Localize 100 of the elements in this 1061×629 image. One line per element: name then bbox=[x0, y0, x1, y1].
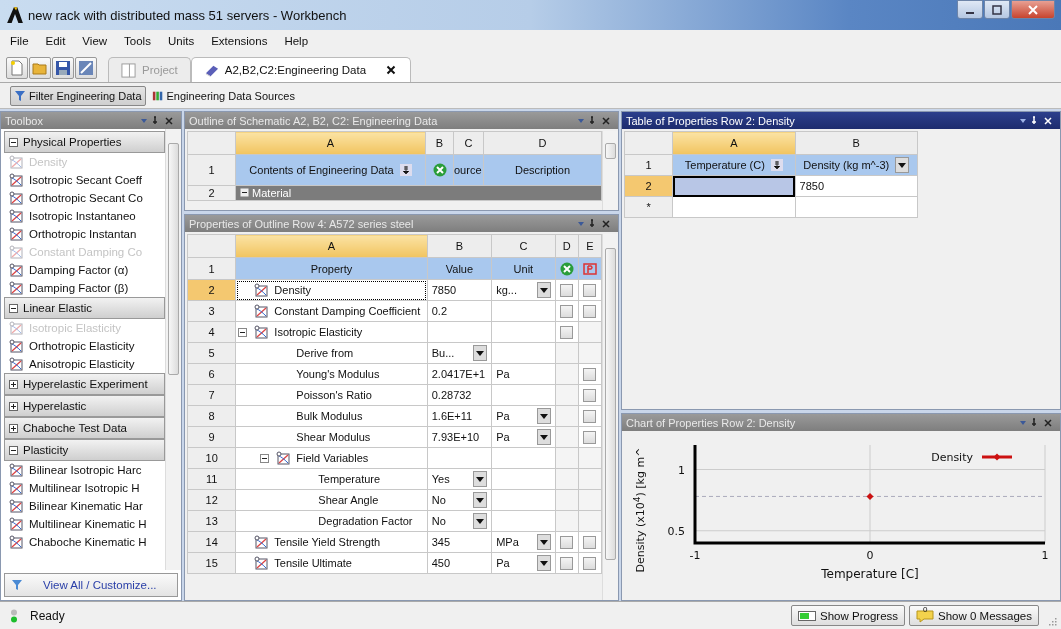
property-cell[interactable]: Derive from bbox=[235, 342, 428, 364]
toolbox-item[interactable]: Isotropic Instantaneo bbox=[4, 207, 165, 225]
section-header[interactable]: Linear Elastic bbox=[4, 297, 165, 319]
toolbox-item[interactable]: Damping Factor (β) bbox=[4, 279, 165, 297]
property-cell[interactable]: Young's Modulus bbox=[235, 363, 428, 385]
value-cell[interactable]: 7850 bbox=[427, 279, 492, 301]
property-cell[interactable]: Bulk Modulus bbox=[235, 405, 428, 427]
unit-cell[interactable] bbox=[491, 468, 556, 490]
unit-cell[interactable]: Pa bbox=[491, 552, 556, 574]
property-cell[interactable]: Poisson's Ratio bbox=[235, 384, 428, 406]
value-cell[interactable] bbox=[427, 321, 492, 343]
toolbox-item[interactable]: Bilinear Isotropic Harc bbox=[4, 461, 165, 479]
unit-cell[interactable] bbox=[491, 300, 556, 322]
panel-controls-icon[interactable] bbox=[576, 218, 612, 229]
panel-controls-icon[interactable] bbox=[1018, 115, 1054, 126]
menu-item[interactable]: Extensions bbox=[211, 35, 268, 47]
sort-icon[interactable] bbox=[399, 164, 412, 176]
section-header[interactable]: Hyperelastic bbox=[4, 395, 165, 417]
value-cell[interactable]: 0.2 bbox=[427, 300, 492, 322]
panel-controls-icon[interactable] bbox=[576, 115, 612, 126]
value-cell[interactable]: 2.0417E+1 bbox=[427, 363, 492, 385]
collapse-icon[interactable] bbox=[9, 445, 18, 455]
toolbox-item[interactable]: Damping Factor (α) bbox=[4, 261, 165, 279]
unit-cell[interactable]: MPa bbox=[491, 531, 556, 553]
menu-item[interactable]: Tools bbox=[124, 35, 151, 47]
checkbox[interactable] bbox=[583, 388, 597, 402]
checkbox[interactable] bbox=[583, 535, 597, 549]
close-button[interactable] bbox=[1011, 0, 1055, 19]
unit-cell[interactable] bbox=[491, 321, 556, 343]
checkbox[interactable] bbox=[560, 283, 574, 297]
toolbox-item[interactable]: Orthotropic Elasticity bbox=[4, 337, 165, 355]
menu-item[interactable]: Units bbox=[167, 35, 195, 47]
checkbox[interactable] bbox=[560, 325, 574, 339]
section-header[interactable]: Plasticity bbox=[4, 439, 165, 461]
close-icon[interactable] bbox=[386, 65, 397, 75]
minimize-button[interactable] bbox=[957, 0, 983, 19]
status-button[interactable]: Show Progress bbox=[791, 605, 906, 626]
menu-item[interactable]: View bbox=[82, 35, 108, 47]
scrollbar[interactable] bbox=[602, 131, 618, 210]
collapse-icon[interactable] bbox=[259, 453, 269, 463]
value-cell[interactable]: 345 bbox=[427, 531, 492, 553]
toolbox-item[interactable]: Multilinear Kinematic H bbox=[4, 515, 165, 533]
maximize-button[interactable] bbox=[984, 0, 1010, 19]
checkbox[interactable] bbox=[583, 430, 597, 444]
checkbox[interactable] bbox=[583, 283, 597, 297]
unit-cell[interactable]: Pa bbox=[491, 426, 556, 448]
value-cell[interactable]: Bu... bbox=[427, 342, 492, 364]
collapse-icon[interactable] bbox=[9, 303, 18, 313]
value-cell[interactable]: 0.28732 bbox=[427, 384, 492, 406]
property-cell[interactable]: Degradation Factor bbox=[235, 510, 428, 532]
save-button[interactable] bbox=[52, 57, 74, 79]
unit-cell[interactable]: kg... bbox=[491, 279, 556, 301]
property-cell[interactable]: Tensile Ultimate bbox=[235, 552, 428, 574]
section-header[interactable]: Hyperelastic Experiment bbox=[4, 373, 165, 395]
value-cell[interactable] bbox=[427, 447, 492, 469]
checkbox[interactable] bbox=[583, 304, 597, 318]
expand-icon[interactable] bbox=[9, 379, 18, 389]
status-button[interactable]: $^{0}$ Show 0 Messages bbox=[909, 605, 1039, 626]
unit-cell[interactable] bbox=[491, 342, 556, 364]
resize-grip-icon[interactable] bbox=[1047, 616, 1057, 626]
checkbox[interactable] bbox=[583, 367, 597, 381]
toolbox-item[interactable]: Chaboche Kinematic H bbox=[4, 533, 165, 551]
unit-cell[interactable]: Pa bbox=[491, 405, 556, 427]
scrollbar[interactable] bbox=[165, 129, 181, 570]
section-header[interactable]: Chaboche Test Data bbox=[4, 417, 165, 439]
property-cell[interactable]: Density bbox=[235, 279, 428, 301]
value-cell[interactable]: 450 bbox=[427, 552, 492, 574]
expand-icon[interactable] bbox=[9, 401, 18, 411]
menu-item[interactable]: Edit bbox=[45, 35, 66, 47]
toolbox-item[interactable]: Multilinear Isotropic H bbox=[4, 479, 165, 497]
toolbar-button[interactable]: Filter Engineering Data bbox=[10, 85, 146, 106]
new-file-button[interactable] bbox=[6, 57, 28, 79]
scrollbar[interactable] bbox=[602, 234, 618, 600]
menu-item[interactable]: Help bbox=[284, 35, 309, 47]
checkbox[interactable] bbox=[560, 556, 574, 570]
value-cell[interactable]: No bbox=[427, 489, 492, 511]
unit-cell[interactable] bbox=[491, 447, 556, 469]
value-cell[interactable]: Yes bbox=[427, 468, 492, 490]
toolbox-item[interactable]: Anisotropic Elasticity bbox=[4, 355, 165, 373]
expand-icon[interactable] bbox=[9, 423, 18, 433]
table-cell[interactable] bbox=[672, 196, 796, 218]
value-cell[interactable]: 1.6E+11 bbox=[427, 405, 492, 427]
collapse-icon[interactable] bbox=[9, 137, 18, 147]
property-cell[interactable]: Shear Modulus bbox=[235, 426, 428, 448]
toolbox-item[interactable]: Orthotropic Secant Co bbox=[4, 189, 165, 207]
toolbox-item[interactable]: Isotropic Secant Coeff bbox=[4, 171, 165, 189]
checkbox[interactable] bbox=[583, 556, 597, 570]
view-all-link[interactable]: View All / Customize... bbox=[4, 573, 178, 597]
property-cell[interactable]: Field Variables bbox=[235, 447, 428, 469]
value-cell[interactable]: No bbox=[427, 510, 492, 532]
unit-cell[interactable] bbox=[491, 510, 556, 532]
unit-cell[interactable] bbox=[491, 489, 556, 511]
checkbox[interactable] bbox=[583, 409, 597, 423]
tab[interactable]: A2,B2,C2:Engineering Data bbox=[190, 57, 412, 82]
collapse-icon[interactable] bbox=[240, 188, 249, 197]
panel-controls-icon[interactable] bbox=[139, 115, 175, 126]
checkbox[interactable] bbox=[560, 304, 574, 318]
table-cell[interactable]: 7850 bbox=[795, 175, 918, 197]
table-cell[interactable] bbox=[795, 196, 918, 218]
value-cell[interactable]: 7.93E+10 bbox=[427, 426, 492, 448]
